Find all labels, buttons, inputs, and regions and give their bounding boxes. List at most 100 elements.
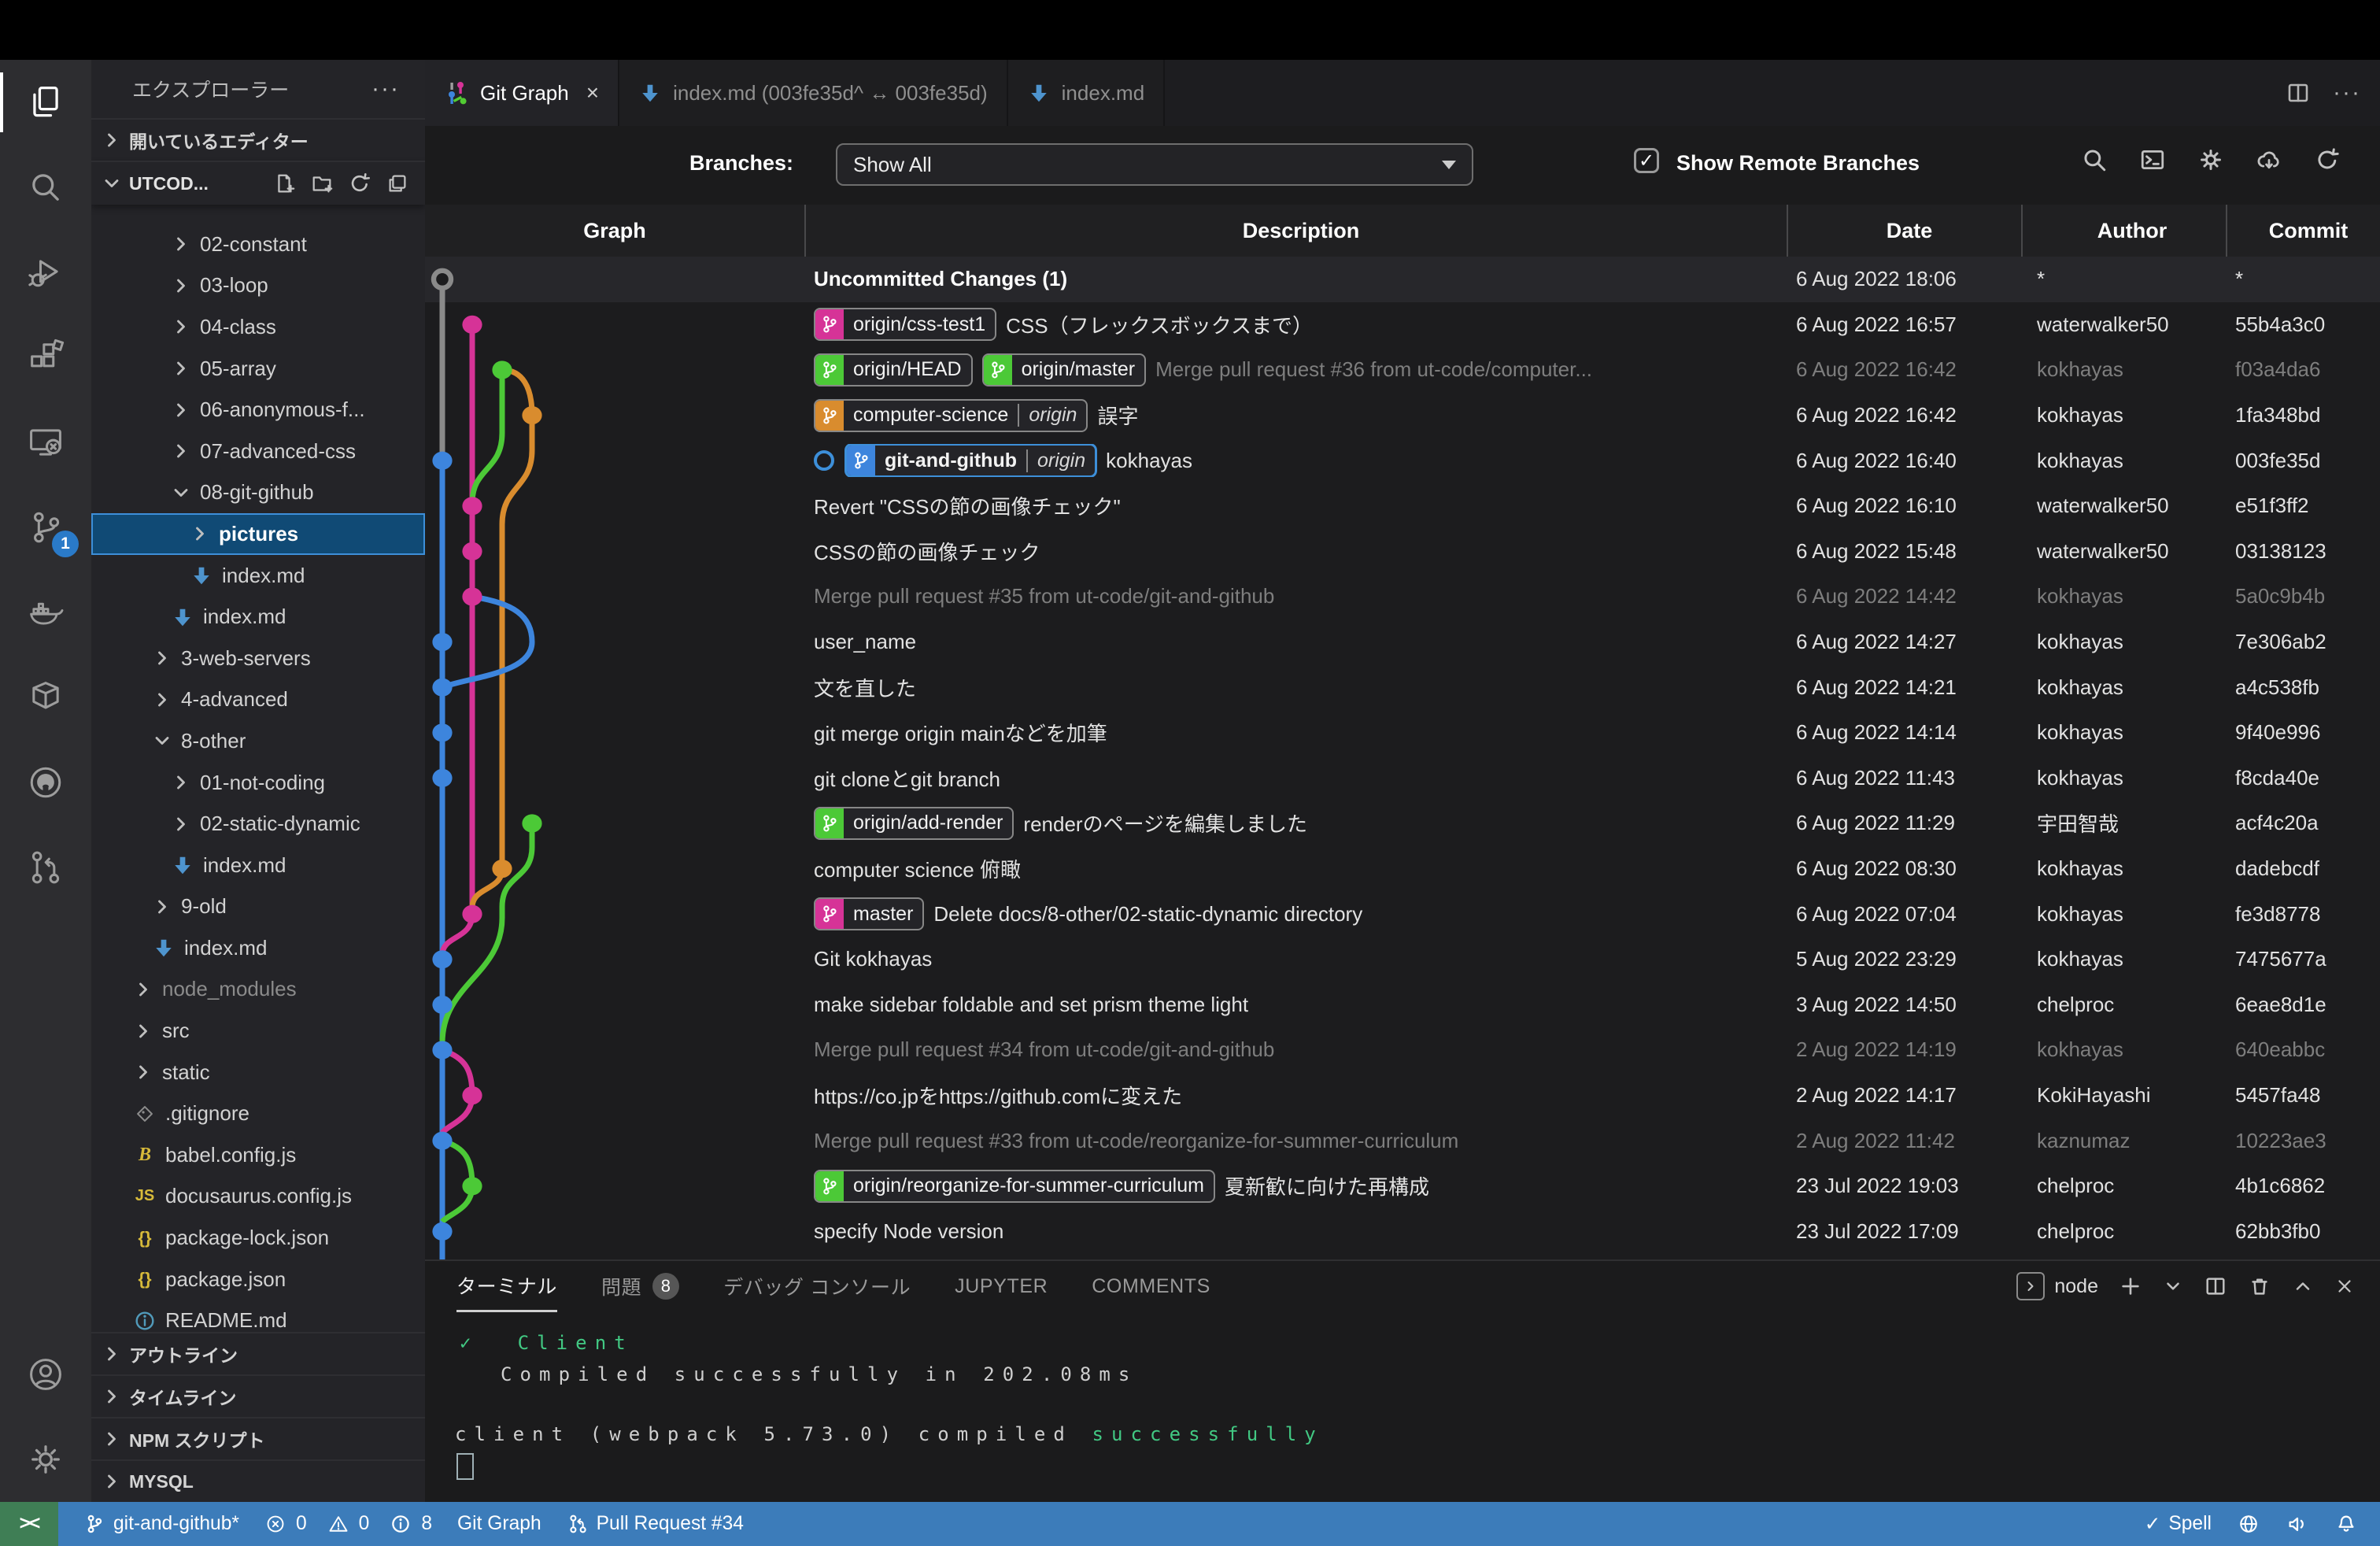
terminal-process-selector[interactable]: node bbox=[2016, 1272, 2098, 1300]
containers-icon[interactable] bbox=[0, 655, 91, 740]
remote-indicator[interactable]: >< bbox=[0, 1502, 58, 1546]
maximize-panel-icon[interactable] bbox=[2292, 1275, 2314, 1297]
collapse-folders-icon[interactable] bbox=[386, 172, 409, 195]
settings-icon[interactable] bbox=[0, 1417, 91, 1502]
globe-icon[interactable] bbox=[2237, 1512, 2260, 1536]
tree-folder-src[interactable]: src bbox=[91, 1010, 425, 1052]
spell-status-item[interactable]: ✓Spell bbox=[2145, 1512, 2212, 1536]
megaphone-icon[interactable] bbox=[2286, 1512, 2309, 1536]
commit-row[interactable]: git cloneとgit branch6 Aug 2022 11:43kokh… bbox=[425, 756, 2380, 801]
kill-terminal-icon[interactable] bbox=[2248, 1274, 2271, 1298]
tab-index.md (003fe35d^ ↔ 003fe35d)[interactable]: index.md (003fe35d^ ↔ 003fe35d) bbox=[619, 60, 1008, 126]
editor-more-icon[interactable]: ··· bbox=[2333, 80, 2361, 106]
branches-dropdown[interactable]: Show All bbox=[836, 143, 1473, 186]
commit-row[interactable]: origin/css-test1CSS（フレックスボックスまで）6 Aug 20… bbox=[425, 302, 2380, 348]
commit-row[interactable]: masterDelete docs/8-other/02-static-dyna… bbox=[425, 891, 2380, 937]
refresh-icon[interactable] bbox=[2314, 146, 2341, 173]
commit-row[interactable]: user_name6 Aug 2022 14:27kokhayas7e306ab… bbox=[425, 620, 2380, 665]
source-control-icon[interactable]: 1 bbox=[0, 485, 91, 570]
commit-row[interactable]: origin/reorganize-for-summer-curriculum夏… bbox=[425, 1163, 2380, 1209]
commit-row[interactable]: Revert "CSSの節の画像チェック"6 Aug 2022 16:10wat… bbox=[425, 483, 2380, 529]
cloud-download-icon[interactable] bbox=[2256, 146, 2282, 173]
commit-row[interactable]: Merge pull request #34 from ut-code/git-… bbox=[425, 1027, 2380, 1073]
new-file-icon[interactable] bbox=[272, 172, 296, 195]
commit-row[interactable]: origin/add-renderrenderのページを編集しました6 Aug … bbox=[425, 801, 2380, 846]
problems-status-item[interactable]: 0 0 8 bbox=[264, 1513, 432, 1535]
terminal-dropdown-icon[interactable] bbox=[2163, 1276, 2183, 1296]
commit-row[interactable]: git-and-githuboriginkokhayas6 Aug 2022 1… bbox=[425, 438, 2380, 483]
commit-row[interactable]: Merge pull request #33 from ut-code/reor… bbox=[425, 1118, 2380, 1163]
sidebar-section-アウトライン[interactable]: アウトライン bbox=[91, 1332, 425, 1374]
explorer-icon[interactable] bbox=[0, 60, 91, 145]
tree-folder-08-git-github[interactable]: 08-git-github bbox=[91, 472, 425, 514]
sidebar-section-MYSQL[interactable]: MYSQL bbox=[91, 1459, 425, 1502]
tree-folder-pictures[interactable]: pictures bbox=[91, 513, 425, 555]
github-icon[interactable] bbox=[0, 740, 91, 825]
tree-file-index.md[interactable]: index.md bbox=[91, 845, 425, 886]
tree-file-babel.config.js[interactable]: Bbabel.config.js bbox=[91, 1134, 425, 1176]
refresh-explorer-icon[interactable] bbox=[348, 172, 371, 195]
pull-request-status-item[interactable]: Pull Request #34 bbox=[567, 1513, 744, 1535]
tree-file-.gitignore[interactable]: .gitignore bbox=[91, 1093, 425, 1134]
tree-folder-07-advanced-css[interactable]: 07-advanced-css bbox=[91, 431, 425, 472]
panel-tab-ターミナル[interactable]: ターミナル bbox=[456, 1261, 557, 1312]
tree-folder-04-class[interactable]: 04-class bbox=[91, 306, 425, 348]
commit-row[interactable]: specify Node version23 Jul 2022 17:09che… bbox=[425, 1208, 2380, 1254]
open-editors-section[interactable]: 開いているエディター bbox=[91, 118, 425, 161]
tab-index.md[interactable]: index.md bbox=[1008, 60, 1166, 126]
tree-folder-02-static-dynamic[interactable]: 02-static-dynamic bbox=[91, 803, 425, 845]
gear-icon[interactable] bbox=[2197, 146, 2224, 173]
tree-folder-01-not-coding[interactable]: 01-not-coding bbox=[91, 762, 425, 804]
search-icon[interactable] bbox=[0, 145, 91, 230]
sidebar-section-タイムライン[interactable]: タイムライン bbox=[91, 1374, 425, 1417]
tree-folder-4-advanced[interactable]: 4-advanced bbox=[91, 679, 425, 721]
new-folder-icon[interactable] bbox=[310, 172, 334, 195]
commit-row[interactable]: https://co.jpをhttps://github.comに変えた2 Au… bbox=[425, 1073, 2380, 1119]
sidebar-section-NPM スクリプト[interactable]: NPM スクリプト bbox=[91, 1417, 425, 1459]
tree-file-package-lock.json[interactable]: {}package-lock.json bbox=[91, 1217, 425, 1259]
tree-folder-02-constant[interactable]: 02-constant bbox=[91, 224, 425, 265]
tree-folder-3-web-servers[interactable]: 3-web-servers bbox=[91, 638, 425, 679]
commit-row[interactable]: git merge origin mainなどを加筆6 Aug 2022 14:… bbox=[425, 710, 2380, 756]
commit-row[interactable]: computer-scienceorigin誤字6 Aug 2022 16:42… bbox=[425, 393, 2380, 438]
panel-tab-COMMENTS[interactable]: COMMENTS bbox=[1092, 1262, 1210, 1311]
tree-folder-06-anonymous-f...[interactable]: 06-anonymous-f... bbox=[91, 389, 425, 431]
search-icon[interactable] bbox=[2081, 146, 2108, 173]
pull-requests-icon[interactable] bbox=[0, 825, 91, 910]
tree-file-index.md[interactable]: index.md bbox=[91, 927, 425, 969]
split-editor-icon[interactable] bbox=[2286, 80, 2311, 105]
tab-Git Graph[interactable]: Git Graph× bbox=[425, 60, 619, 126]
split-terminal-icon[interactable] bbox=[2204, 1274, 2227, 1298]
panel-tab-問題[interactable]: 問題8 bbox=[601, 1262, 679, 1311]
commit-row[interactable]: Git kokhayas5 Aug 2022 23:29kokhayas7475… bbox=[425, 937, 2380, 982]
show-remote-branches-checkbox[interactable]: ✓ bbox=[1634, 148, 1659, 173]
panel-tab-デバッグ コンソール[interactable]: デバッグ コンソール bbox=[723, 1262, 911, 1311]
tree-folder-static[interactable]: static bbox=[91, 1052, 425, 1093]
docker-icon[interactable] bbox=[0, 570, 91, 655]
tree-file-index.md[interactable]: index.md bbox=[91, 555, 425, 597]
tree-folder-05-array[interactable]: 05-array bbox=[91, 348, 425, 390]
tree-folder-9-old[interactable]: 9-old bbox=[91, 886, 425, 928]
commit-row[interactable]: origin/HEADorigin/masterMerge pull reque… bbox=[425, 347, 2380, 393]
commit-row[interactable]: CSSの節の画像チェック6 Aug 2022 15:48waterwalker5… bbox=[425, 529, 2380, 575]
commit-row[interactable]: Uncommitted Changes (1)6 Aug 2022 18:06*… bbox=[425, 257, 2380, 302]
git-graph-status-item[interactable]: Git Graph bbox=[457, 1513, 541, 1535]
tree-folder-node_modules[interactable]: node_modules bbox=[91, 969, 425, 1011]
extensions-icon[interactable] bbox=[0, 315, 91, 400]
tree-file-docusaurus.config.js[interactable]: JSdocusaurus.config.js bbox=[91, 1176, 425, 1218]
terminal-icon[interactable] bbox=[2139, 146, 2166, 173]
commit-row[interactable]: 文を直した6 Aug 2022 14:21kokhayasa4c538fb bbox=[425, 664, 2380, 710]
panel-tab-JUPYTER[interactable]: JUPYTER bbox=[955, 1262, 1048, 1311]
tree-folder-8-other[interactable]: 8-other bbox=[91, 720, 425, 762]
commit-row[interactable]: computer science 俯瞰6 Aug 2022 08:30kokha… bbox=[425, 846, 2380, 892]
workspace-section-header[interactable]: UTCOD... bbox=[91, 161, 425, 205]
run-debug-icon[interactable] bbox=[0, 230, 91, 315]
commit-row[interactable]: Merge pull request #35 from ut-code/git-… bbox=[425, 574, 2380, 620]
branch-status-item[interactable]: git-and-github* bbox=[83, 1513, 239, 1535]
commit-row[interactable]: make sidebar foldable and set prism them… bbox=[425, 982, 2380, 1028]
close-panel-icon[interactable] bbox=[2334, 1276, 2355, 1296]
account-icon[interactable] bbox=[0, 1332, 91, 1417]
new-terminal-icon[interactable] bbox=[2119, 1274, 2142, 1298]
remote-explorer-icon[interactable] bbox=[0, 400, 91, 485]
terminal-output[interactable]: ✓ Client Compiled successfully in 202.08… bbox=[425, 1327, 2380, 1486]
